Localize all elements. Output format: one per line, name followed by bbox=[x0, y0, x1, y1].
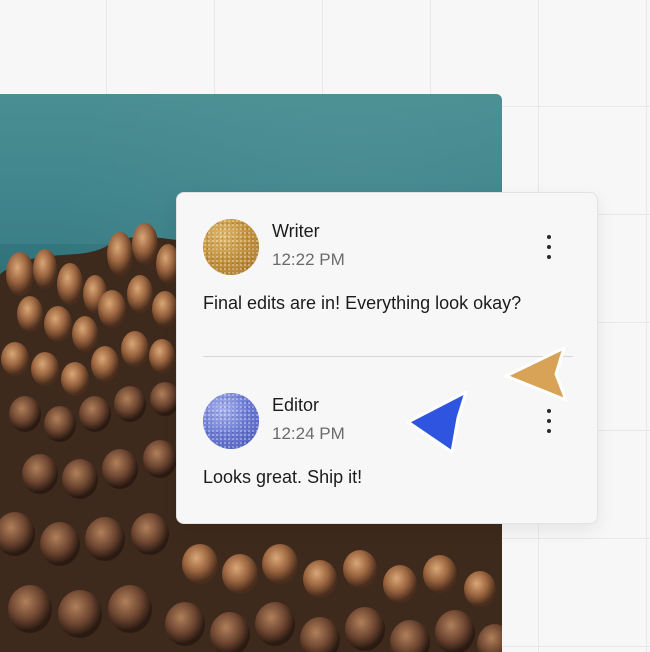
more-vertical-icon[interactable] bbox=[539, 233, 559, 263]
menu-dot bbox=[547, 429, 551, 433]
writer-avatar[interactable] bbox=[203, 219, 259, 275]
editor-avatar[interactable] bbox=[203, 393, 259, 449]
comment-author: Editor bbox=[272, 395, 320, 415]
menu-dot bbox=[547, 235, 551, 239]
comment-message: Looks great. Ship it! bbox=[203, 467, 363, 487]
menu-dot bbox=[547, 419, 551, 423]
writer-pointer-cursor-icon bbox=[504, 346, 568, 402]
more-vertical-icon[interactable] bbox=[539, 407, 559, 437]
menu-dot bbox=[547, 255, 551, 259]
comment-message: Final edits are in! Everything look okay… bbox=[203, 293, 522, 313]
comment-author: Writer bbox=[272, 221, 320, 241]
editor-pointer-cursor-icon bbox=[406, 390, 468, 454]
comment-timestamp: 12:24 PM bbox=[272, 424, 345, 443]
menu-dot bbox=[547, 245, 551, 249]
comment-timestamp: 12:22 PM bbox=[272, 250, 345, 269]
